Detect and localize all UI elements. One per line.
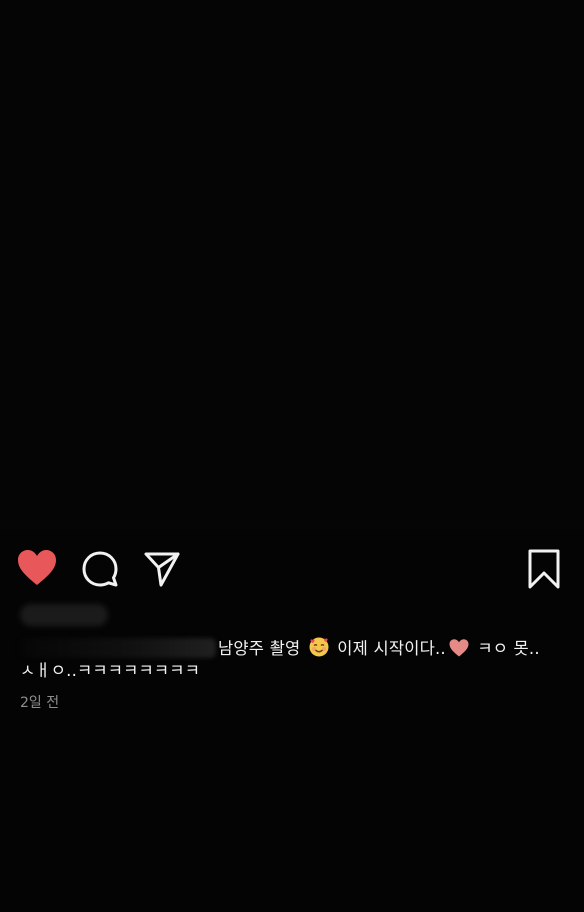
username-blurred[interactable] — [20, 638, 216, 658]
likes-count-blurred — [20, 604, 108, 626]
caption-text-line2: ㅅㅐㅇ..ㅋㅋㅋㅋㅋㅋㅋㅋ — [20, 661, 201, 680]
smiling-face-with-hearts-emoji — [309, 637, 329, 657]
post-caption: 남양주 촬영 이제 시작이다.. ㅋㅇ 못.. ㅅㅐㅇ..ㅋㅋㅋㅋㅋㅋㅋㅋ — [20, 636, 568, 682]
caption-text-2: 이제 시작이다.. — [337, 639, 446, 658]
post-action-bar — [0, 545, 584, 591]
heart-emoji — [449, 639, 469, 657]
paper-plane-icon[interactable] — [142, 549, 182, 589]
comment-icon[interactable] — [80, 549, 120, 589]
caption-text-3: ㅋㅇ 못.. — [477, 639, 540, 658]
caption-text-1: 남양주 촬영 — [218, 639, 301, 658]
post-media[interactable] — [0, 0, 584, 530]
bookmark-icon[interactable] — [524, 548, 564, 590]
post-timestamp: 2일 전 — [20, 695, 60, 711]
heart-icon[interactable] — [16, 548, 58, 588]
